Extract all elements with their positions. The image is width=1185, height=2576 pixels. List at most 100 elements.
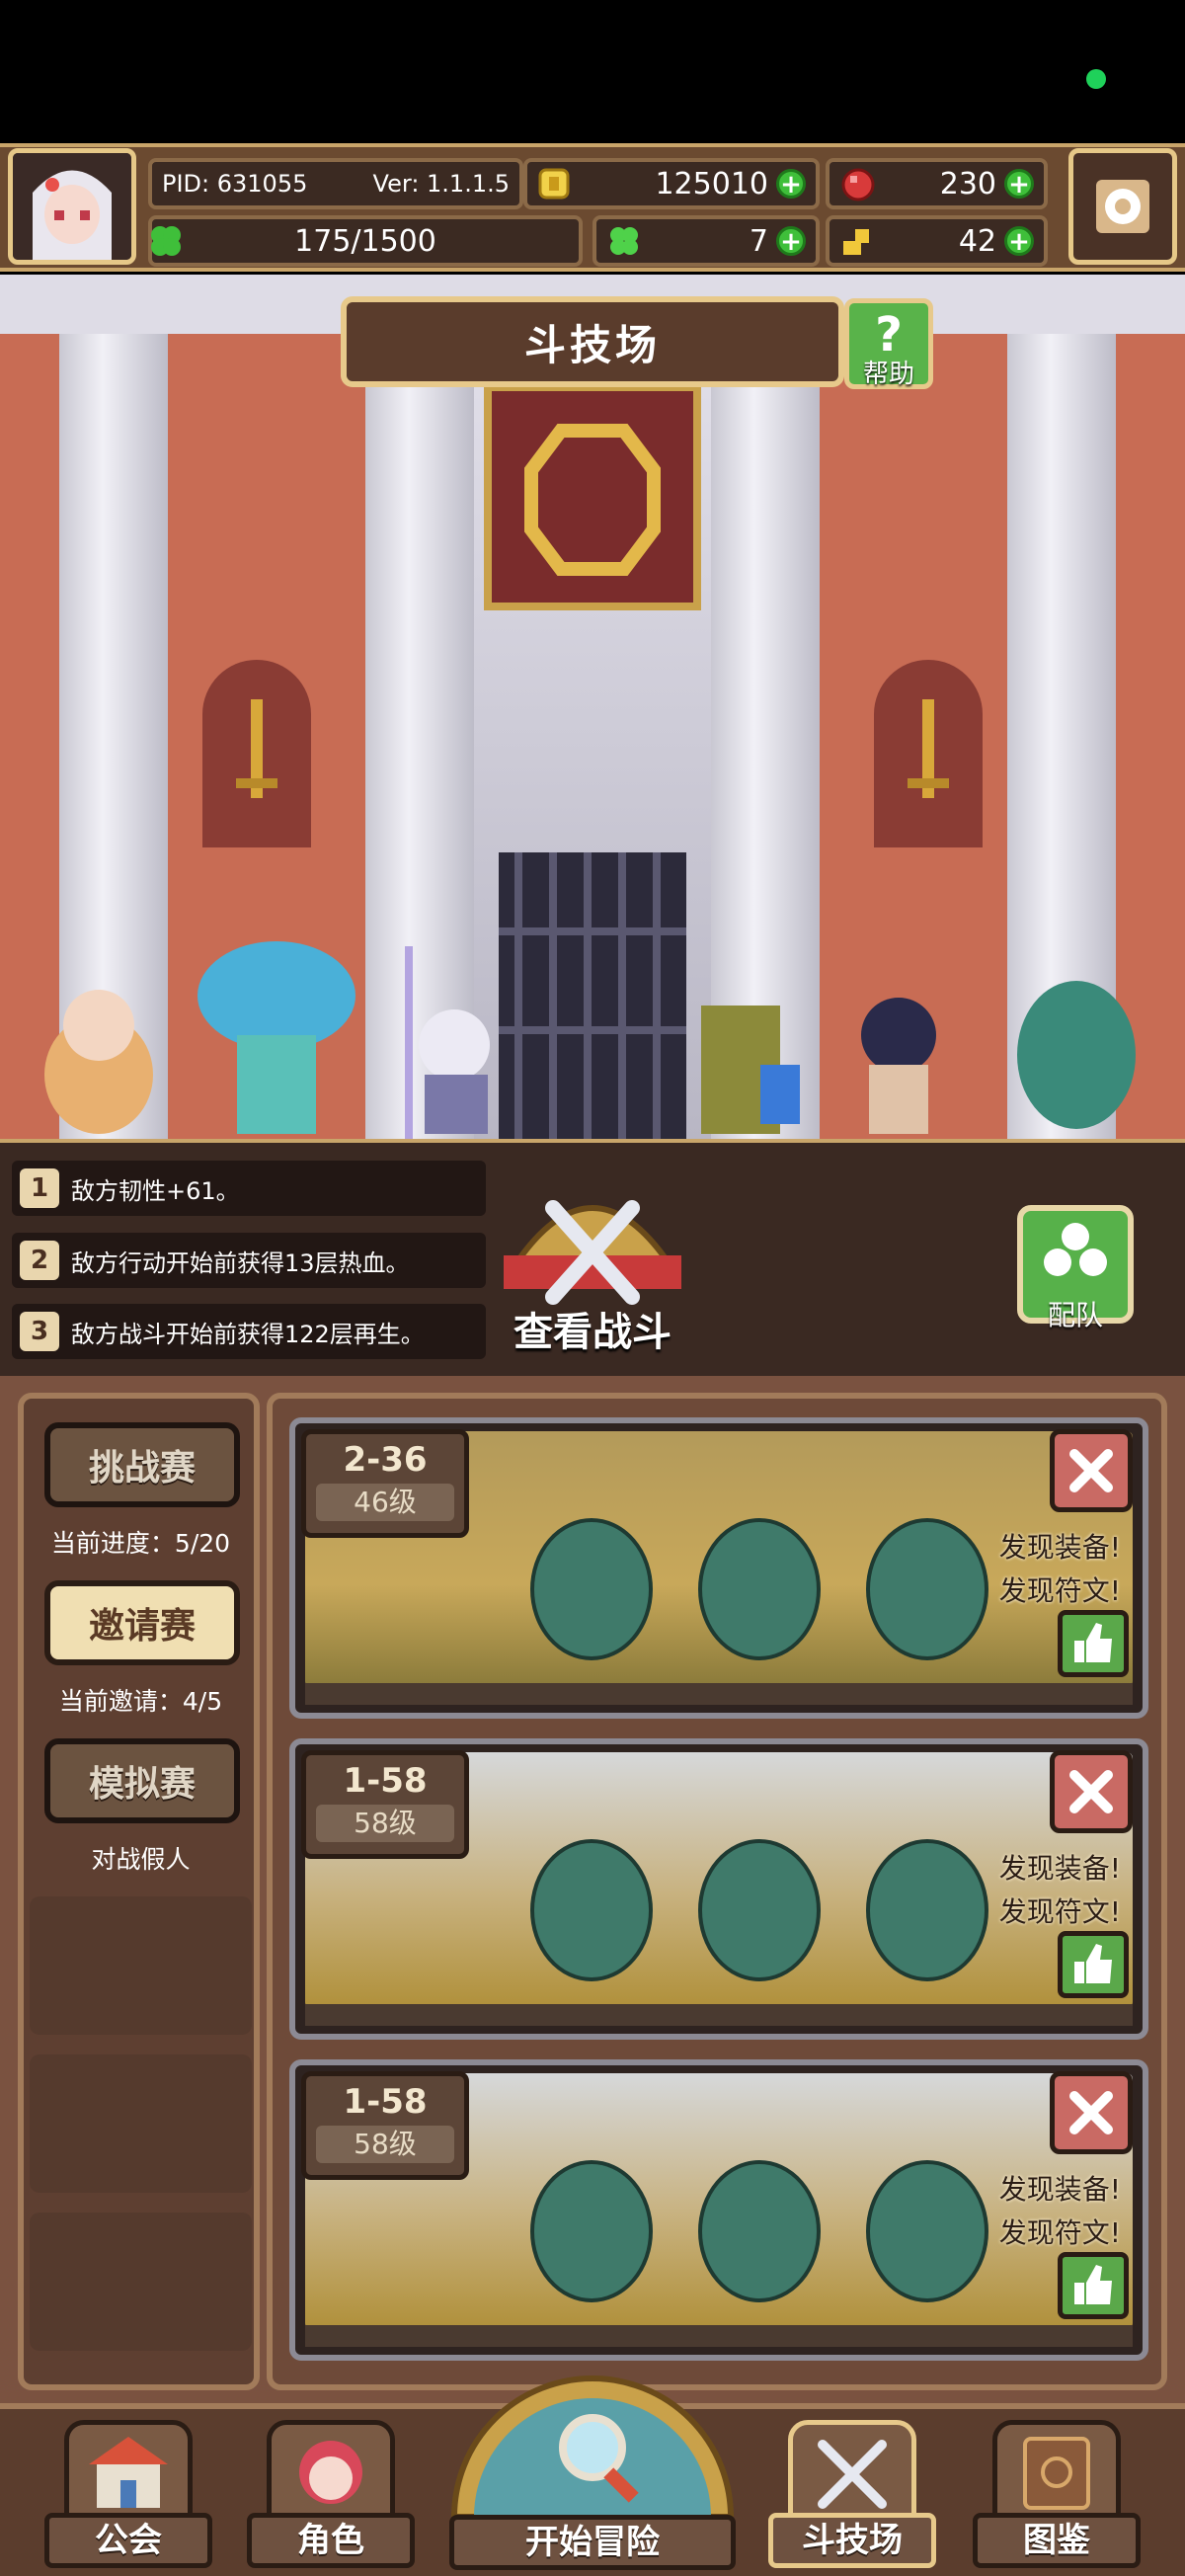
status-bar	[0, 0, 1185, 143]
opponent-card[interactable]: 1-58 58级 发现装备! 发现符文!	[289, 1738, 1148, 2040]
stamina-bar: 175/1500	[148, 215, 583, 267]
clover-icon	[610, 227, 638, 255]
nav-tab-character[interactable]: 角色	[247, 2420, 415, 2568]
ruby-gem-icon	[841, 168, 875, 201]
stage-badge: 1-58 58级	[301, 1750, 469, 1859]
modifier-number: 3	[20, 1312, 59, 1351]
thumbs-up-icon	[1074, 2265, 1112, 2304]
start-adventure-button[interactable]: 开始冒险	[434, 2369, 750, 2576]
loot-hints: 发现装备! 发现符文!	[999, 2168, 1121, 2255]
rune-found-text: 发现符文!	[998, 2216, 1121, 2249]
codex-label: 图鉴	[973, 2513, 1141, 2568]
add-key-button[interactable]: +	[1004, 226, 1034, 256]
close-icon	[1069, 2091, 1113, 2134]
team-icon	[1044, 1223, 1107, 1276]
pid-version-box: PID: 631055 Ver: 1.1.1.5	[148, 158, 523, 209]
gem-amount: 230	[939, 166, 996, 201]
codex-book-icon	[992, 2420, 1121, 2519]
stage-badge: 2-36 46级	[301, 1429, 469, 1538]
thumbs-up-icon	[1074, 1623, 1112, 1662]
stage-number: 1-58	[343, 2082, 428, 2122]
key-amount: 42	[958, 223, 996, 259]
player-avatar[interactable]	[8, 148, 136, 265]
dismiss-button[interactable]	[1050, 1429, 1133, 1512]
character-label: 角色	[247, 2513, 415, 2568]
like-button[interactable]	[1058, 2252, 1129, 2319]
character-face-icon	[267, 2420, 395, 2519]
like-button[interactable]	[1058, 1931, 1129, 1998]
enemy-archer-icon	[861, 998, 936, 1134]
opponent-card[interactable]: 2-36 46级 发现装备! 发现符文!	[289, 1417, 1148, 1719]
equipment-found-text: 发现装备!	[998, 2173, 1121, 2206]
arena-title: 斗技场	[341, 296, 844, 387]
rune-found-text: 发现符文!	[998, 1895, 1121, 1928]
dismiss-button[interactable]	[1050, 2071, 1133, 2154]
simulation-mode-button[interactable]: 模拟赛	[44, 1738, 240, 1823]
camera-indicator-icon	[1086, 69, 1106, 89]
stage-number: 1-58	[343, 1761, 428, 1801]
enemy-gold-knight-icon	[701, 1006, 800, 1134]
adventure-label: 开始冒险	[449, 2515, 736, 2570]
modifier-text: 敌方战斗开始前获得122层再生。	[71, 1320, 425, 1348]
world-map-magnifier-icon	[450, 2375, 735, 2520]
add-gem-button[interactable]: +	[1004, 169, 1034, 199]
nav-tab-arena[interactable]: 斗技场	[768, 2420, 936, 2568]
empty-mode-slot	[30, 2054, 252, 2193]
invitation-count: 当前邀请：4/5	[58, 1687, 223, 1716]
modifier-number: 2	[20, 1241, 59, 1280]
team-label: 配队	[1047, 1299, 1103, 1331]
stage-level: 46级	[316, 1484, 454, 1521]
arena-scene	[0, 275, 1185, 1139]
settings-button[interactable]	[1068, 148, 1177, 265]
nav-tab-codex[interactable]: 图鉴	[973, 2420, 1141, 2568]
empty-mode-slot	[30, 1896, 252, 2035]
enemy-naga-icon	[1017, 981, 1136, 1129]
gear-icon	[1096, 180, 1149, 233]
house-icon	[89, 2437, 168, 2508]
simulation-sub: 对战假人	[91, 1845, 191, 1874]
add-clover-button[interactable]: +	[776, 226, 806, 256]
loot-hints: 发现装备! 发现符文!	[999, 1847, 1121, 1934]
stage-badge: 1-58 58级	[301, 2071, 469, 2180]
equipment-found-text: 发现装备!	[998, 1852, 1121, 1885]
nav-tab-guild[interactable]: 公会	[44, 2420, 212, 2568]
clover-amount: 7	[749, 223, 768, 259]
stamina-clover-icon	[151, 226, 181, 256]
thumbs-up-icon	[1074, 1944, 1112, 1983]
sword-icon	[908, 699, 949, 798]
modifier-text: 敌方韧性+61。	[71, 1176, 240, 1205]
rune-found-text: 发现符文!	[998, 1574, 1121, 1607]
sword-icon	[236, 699, 277, 798]
wall-niche-right	[874, 660, 983, 847]
gold-coin-icon	[538, 168, 570, 200]
arena-label: 斗技场	[768, 2513, 936, 2568]
dismiss-button[interactable]	[1050, 1750, 1133, 1833]
challenge-mode-button[interactable]: 挑战赛	[44, 1422, 240, 1507]
equipment-found-text: 发现装备!	[998, 1531, 1121, 1564]
close-icon	[1069, 1449, 1113, 1492]
modifier-row: 2 敌方行动开始前获得13层热血。	[12, 1233, 486, 1288]
version-text: Ver: 1.1.1.5	[372, 170, 510, 198]
like-button[interactable]	[1058, 1610, 1129, 1677]
opponent-card[interactable]: 1-58 58级 发现装备! 发现符文!	[289, 2059, 1148, 2361]
wall-niche-left	[202, 660, 311, 847]
invitation-mode-button[interactable]: 邀请赛	[44, 1580, 240, 1665]
gem-box: 230 +	[826, 158, 1048, 209]
card-floor	[305, 2004, 1133, 2026]
view-battle-label: 查看战斗	[514, 1310, 672, 1355]
party-lineup	[44, 941, 1136, 1139]
banner-emblem-icon	[524, 424, 661, 576]
add-gold-button[interactable]: +	[776, 169, 806, 199]
girl-face-icon	[299, 2441, 362, 2504]
book-icon	[1023, 2437, 1090, 2510]
close-icon	[1069, 1770, 1113, 1813]
modifier-row: 3 敌方战斗开始前获得122层再生。	[12, 1304, 486, 1359]
guild-house-icon	[64, 2420, 193, 2519]
arena-swords-icon	[788, 2420, 916, 2519]
modifier-text: 敌方行动开始前获得13层热血。	[71, 1248, 410, 1277]
clover-box: 7 +	[592, 215, 820, 267]
hero-spear-knight-icon	[405, 946, 490, 1139]
key-box: 42 +	[826, 215, 1048, 267]
key-icon	[843, 229, 869, 255]
stage-level: 58级	[316, 1805, 454, 1842]
